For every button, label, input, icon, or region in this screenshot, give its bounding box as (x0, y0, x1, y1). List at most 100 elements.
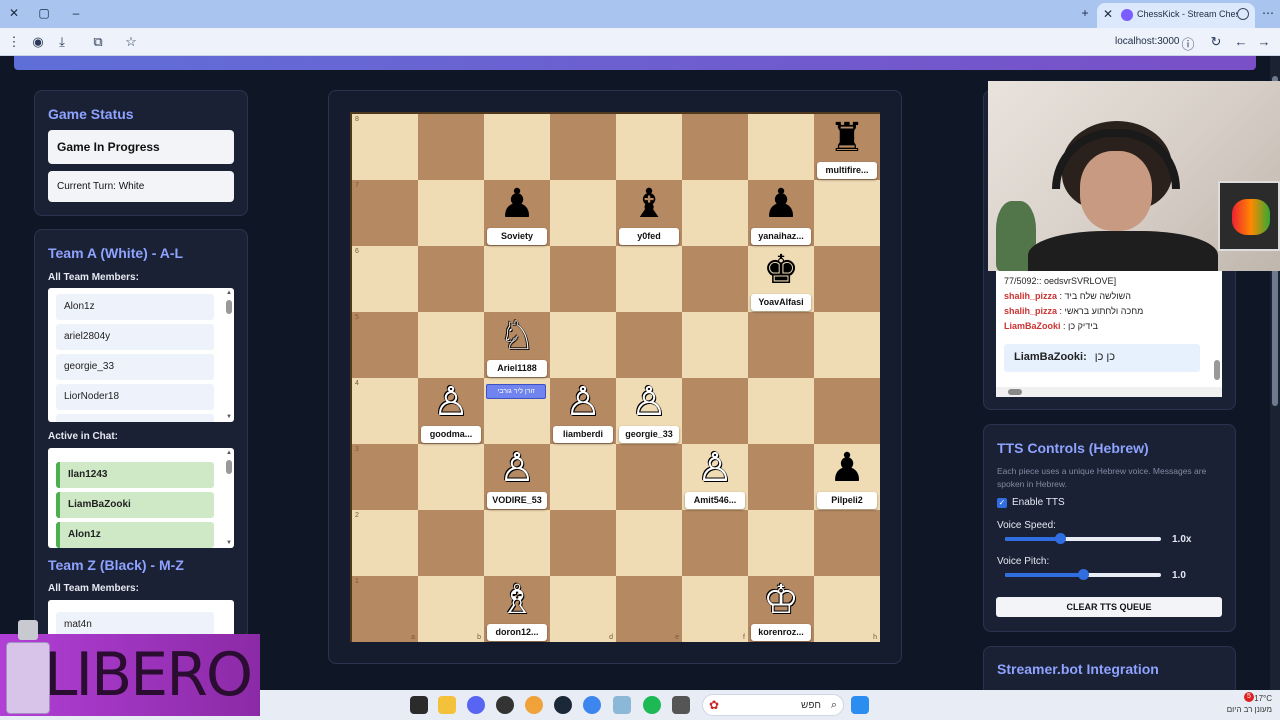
chess-piece-c3[interactable]: ♙ (484, 446, 550, 490)
board-square-a3[interactable]: 3 (352, 444, 418, 510)
chat-scroll-thumb[interactable] (1214, 360, 1220, 380)
board-square-e1[interactable]: e (616, 576, 682, 642)
team-a-members-list[interactable]: Alon1z ariel2804y georgie_33 LiorNoder18… (48, 288, 234, 422)
board-square-h5[interactable] (814, 312, 880, 378)
board-square-h6[interactable] (814, 246, 880, 312)
board-square-b5[interactable] (418, 312, 484, 378)
board-square-c2[interactable] (484, 510, 550, 576)
restore-window-icon[interactable]: ▢ (36, 6, 52, 20)
board-square-a8[interactable]: 8 (352, 114, 418, 180)
weather-widget[interactable]: 5 17°C מעונן רב היום (1196, 692, 1272, 715)
app-icon[interactable] (525, 696, 543, 714)
board-square-d1[interactable]: d (550, 576, 616, 642)
board-square-a4[interactable]: 4 (352, 378, 418, 444)
board-square-f1[interactable]: f (682, 576, 748, 642)
forward-icon[interactable]: → (1256, 34, 1272, 49)
board-square-g3[interactable] (748, 444, 814, 510)
close-tab-icon[interactable]: ✕ (1103, 7, 1113, 21)
team-a-active-list[interactable]: Ilan1243 LiamBaZooki Alon1z ▲ ▼ (48, 448, 234, 548)
site-info-icon[interactable]: ⓘ (1180, 34, 1196, 53)
spotify-icon[interactable] (643, 696, 661, 714)
file-explorer-icon[interactable] (438, 696, 456, 714)
chess-piece-g6[interactable]: ♚ (748, 248, 814, 292)
board-square-d6[interactable] (550, 246, 616, 312)
board-square-e5[interactable] (616, 312, 682, 378)
board-square-g2[interactable] (748, 510, 814, 576)
windows-start-icon[interactable] (851, 696, 869, 714)
board-square-b6[interactable] (418, 246, 484, 312)
clear-tts-queue-button[interactable]: CLEAR TTS QUEUE (996, 597, 1222, 617)
chess-piece-b4[interactable]: ♙ (418, 380, 484, 424)
tab-chesskick[interactable]: ✕ ChessKick - Stream Chess G (1097, 3, 1255, 28)
new-tab-icon[interactable]: + (1077, 6, 1093, 20)
board-square-f7[interactable] (682, 180, 748, 246)
board-square-e3[interactable] (616, 444, 682, 510)
slider-knob[interactable] (1054, 533, 1066, 544)
chess-piece-h8[interactable]: ♜ (814, 116, 880, 160)
list-scrollbar[interactable]: ▲ ▼ (226, 290, 232, 420)
board-square-b8[interactable] (418, 114, 484, 180)
voice-speed-slider[interactable] (1005, 533, 1161, 544)
enable-tts-checkbox[interactable]: ✓ (997, 498, 1007, 508)
close-window-icon[interactable]: ✕ (6, 6, 22, 20)
board-square-b2[interactable] (418, 510, 484, 576)
list-scrollbar[interactable]: ▲ ▼ (226, 450, 232, 546)
bookmark-star-icon[interactable]: ☆ (123, 34, 139, 50)
board-square-d2[interactable] (550, 510, 616, 576)
board-square-d3[interactable] (550, 444, 616, 510)
chess-piece-f3[interactable]: ♙ (682, 446, 748, 490)
board-square-a5[interactable]: 5 (352, 312, 418, 378)
board-square-h7[interactable] (814, 180, 880, 246)
back-icon[interactable]: ← (1233, 34, 1249, 49)
chess-piece-c5[interactable]: ♘ (484, 314, 550, 358)
board-square-f5[interactable] (682, 312, 748, 378)
chess-piece-c7[interactable]: ♟ (484, 182, 550, 226)
taskbar-search[interactable]: ✿ חפש ⌕ (702, 694, 844, 716)
board-square-f8[interactable] (682, 114, 748, 180)
board-square-e6[interactable] (616, 246, 682, 312)
board-square-g4[interactable] (748, 378, 814, 444)
board-square-c6[interactable] (484, 246, 550, 312)
board-square-g5[interactable] (748, 312, 814, 378)
chess-piece-e7[interactable]: ♝ (616, 182, 682, 226)
extensions-icon[interactable]: ⧉ (90, 34, 106, 50)
board-square-b1[interactable]: b (418, 576, 484, 642)
chrome-icon[interactable] (583, 696, 601, 714)
more-tabs-icon[interactable]: ⋯ (1260, 6, 1276, 20)
app-icon[interactable] (613, 696, 631, 714)
chess-piece-h3[interactable]: ♟ (814, 446, 880, 490)
voice-pitch-slider[interactable] (1005, 569, 1161, 580)
discord-icon[interactable] (467, 696, 485, 714)
chess-piece-d4[interactable]: ♙ (550, 380, 616, 424)
minimize-window-icon[interactable]: – (68, 6, 84, 20)
board-square-d8[interactable] (550, 114, 616, 180)
board-square-b3[interactable] (418, 444, 484, 510)
url-field[interactable]: localhost:3000 (1115, 36, 1180, 47)
chess-piece-e4[interactable]: ♙ (616, 380, 682, 424)
board-square-f4[interactable] (682, 378, 748, 444)
chess-board[interactable]: 87654321abcdefgh♜multifire...♟Soviety♝y0… (350, 112, 880, 642)
board-square-f2[interactable] (682, 510, 748, 576)
menu-icon[interactable]: ⋮ (6, 34, 22, 50)
chat-log[interactable]: 77/5092:: oedsvrSVRLOVE] shalih_pizza : … (996, 270, 1222, 397)
steam-icon[interactable] (554, 696, 572, 714)
board-square-a1[interactable]: 1a (352, 576, 418, 642)
board-square-g8[interactable] (748, 114, 814, 180)
board-square-d7[interactable] (550, 180, 616, 246)
board-square-b7[interactable] (418, 180, 484, 246)
board-square-h2[interactable] (814, 510, 880, 576)
chat-hscrollbar[interactable] (996, 387, 1222, 397)
app-icon[interactable] (672, 696, 690, 714)
board-square-a7[interactable]: 7 (352, 180, 418, 246)
download-icon[interactable]: ⤓ (54, 34, 70, 50)
board-square-d5[interactable] (550, 312, 616, 378)
board-square-e2[interactable] (616, 510, 682, 576)
reload-icon[interactable]: ↻ (1208, 34, 1224, 50)
board-square-f6[interactable] (682, 246, 748, 312)
media-player-icon[interactable] (496, 696, 514, 714)
profile-icon[interactable]: ◉ (30, 34, 46, 50)
board-square-a6[interactable]: 6 (352, 246, 418, 312)
chess-piece-g7[interactable]: ♟ (748, 182, 814, 226)
board-square-h1[interactable]: h (814, 576, 880, 642)
terminal-icon[interactable] (410, 696, 428, 714)
